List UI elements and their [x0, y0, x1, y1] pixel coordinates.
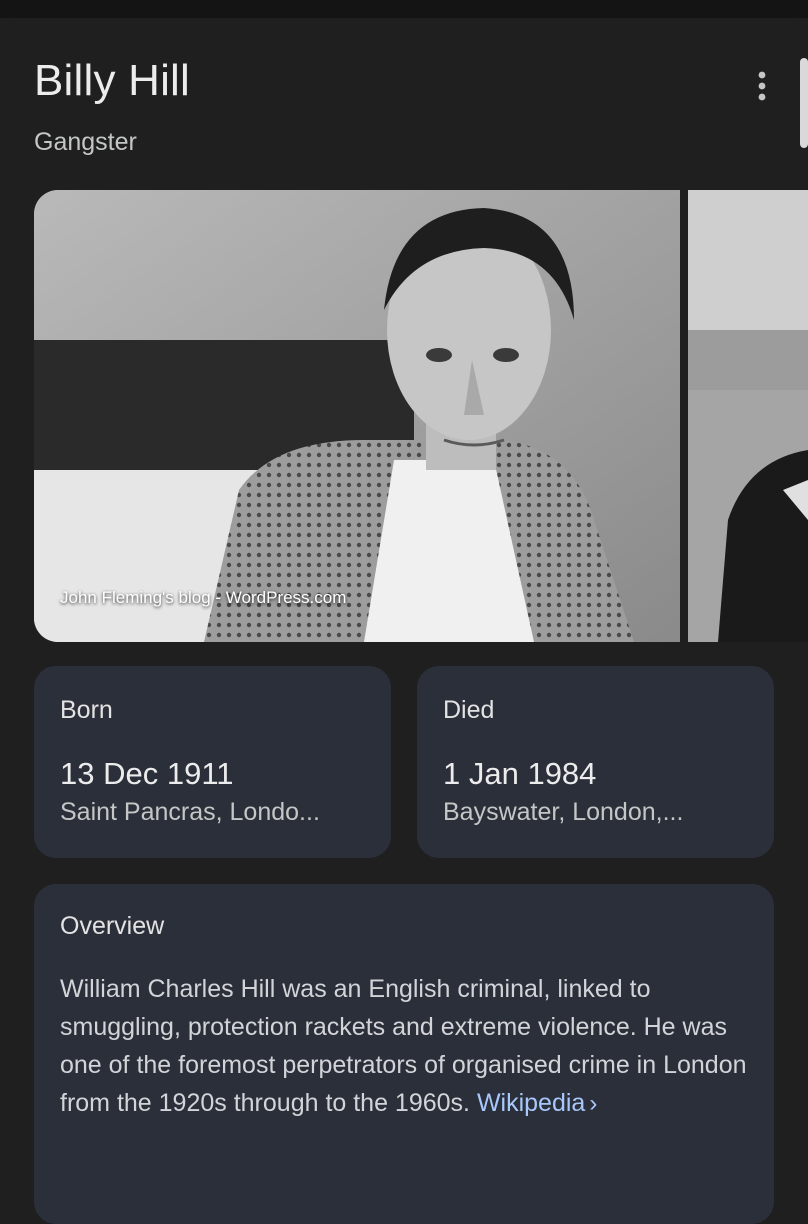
more-options-button[interactable] [740, 64, 784, 108]
more-vert-icon [758, 71, 766, 101]
main-photo[interactable]: John Fleming's blog - WordPress.com [34, 190, 680, 642]
overview-text: William Charles Hill was an English crim… [60, 970, 760, 1123]
next-photo[interactable] [688, 190, 808, 642]
status-strip [0, 0, 808, 18]
died-date: 1 Jan 1984 [443, 756, 597, 791]
born-card[interactable]: Born 13 Dec 1911 Saint Pancras, Londo... [34, 666, 391, 858]
chevron-right-icon: › [589, 1090, 598, 1117]
overview-heading: Overview [60, 912, 165, 940]
secondary-image [688, 190, 808, 642]
overview-card: Overview William Charles Hill was an Eng… [34, 884, 774, 1224]
entity-title: Billy Hill [34, 56, 190, 105]
born-date: 13 Dec 1911 [60, 756, 234, 791]
scrollbar[interactable] [800, 58, 808, 148]
photo-credit: John Fleming's blog - WordPress.com [60, 588, 347, 607]
died-place: Bayswater, London,... [443, 798, 684, 826]
wikipedia-link[interactable]: Wikipedia › [477, 1089, 597, 1117]
entity-subtitle: Gangster [34, 128, 137, 156]
born-place: Saint Pancras, Londo... [60, 798, 320, 826]
image-carousel[interactable]: John Fleming's blog - WordPress.com [34, 190, 808, 642]
overview-body: William Charles Hill was an English crim… [60, 975, 747, 1117]
born-label: Born [60, 696, 113, 724]
died-label: Died [443, 696, 495, 724]
portrait-image [34, 190, 680, 642]
wikipedia-link-label: Wikipedia [476, 1089, 586, 1117]
died-card[interactable]: Died 1 Jan 1984 Bayswater, London,... [417, 666, 774, 858]
